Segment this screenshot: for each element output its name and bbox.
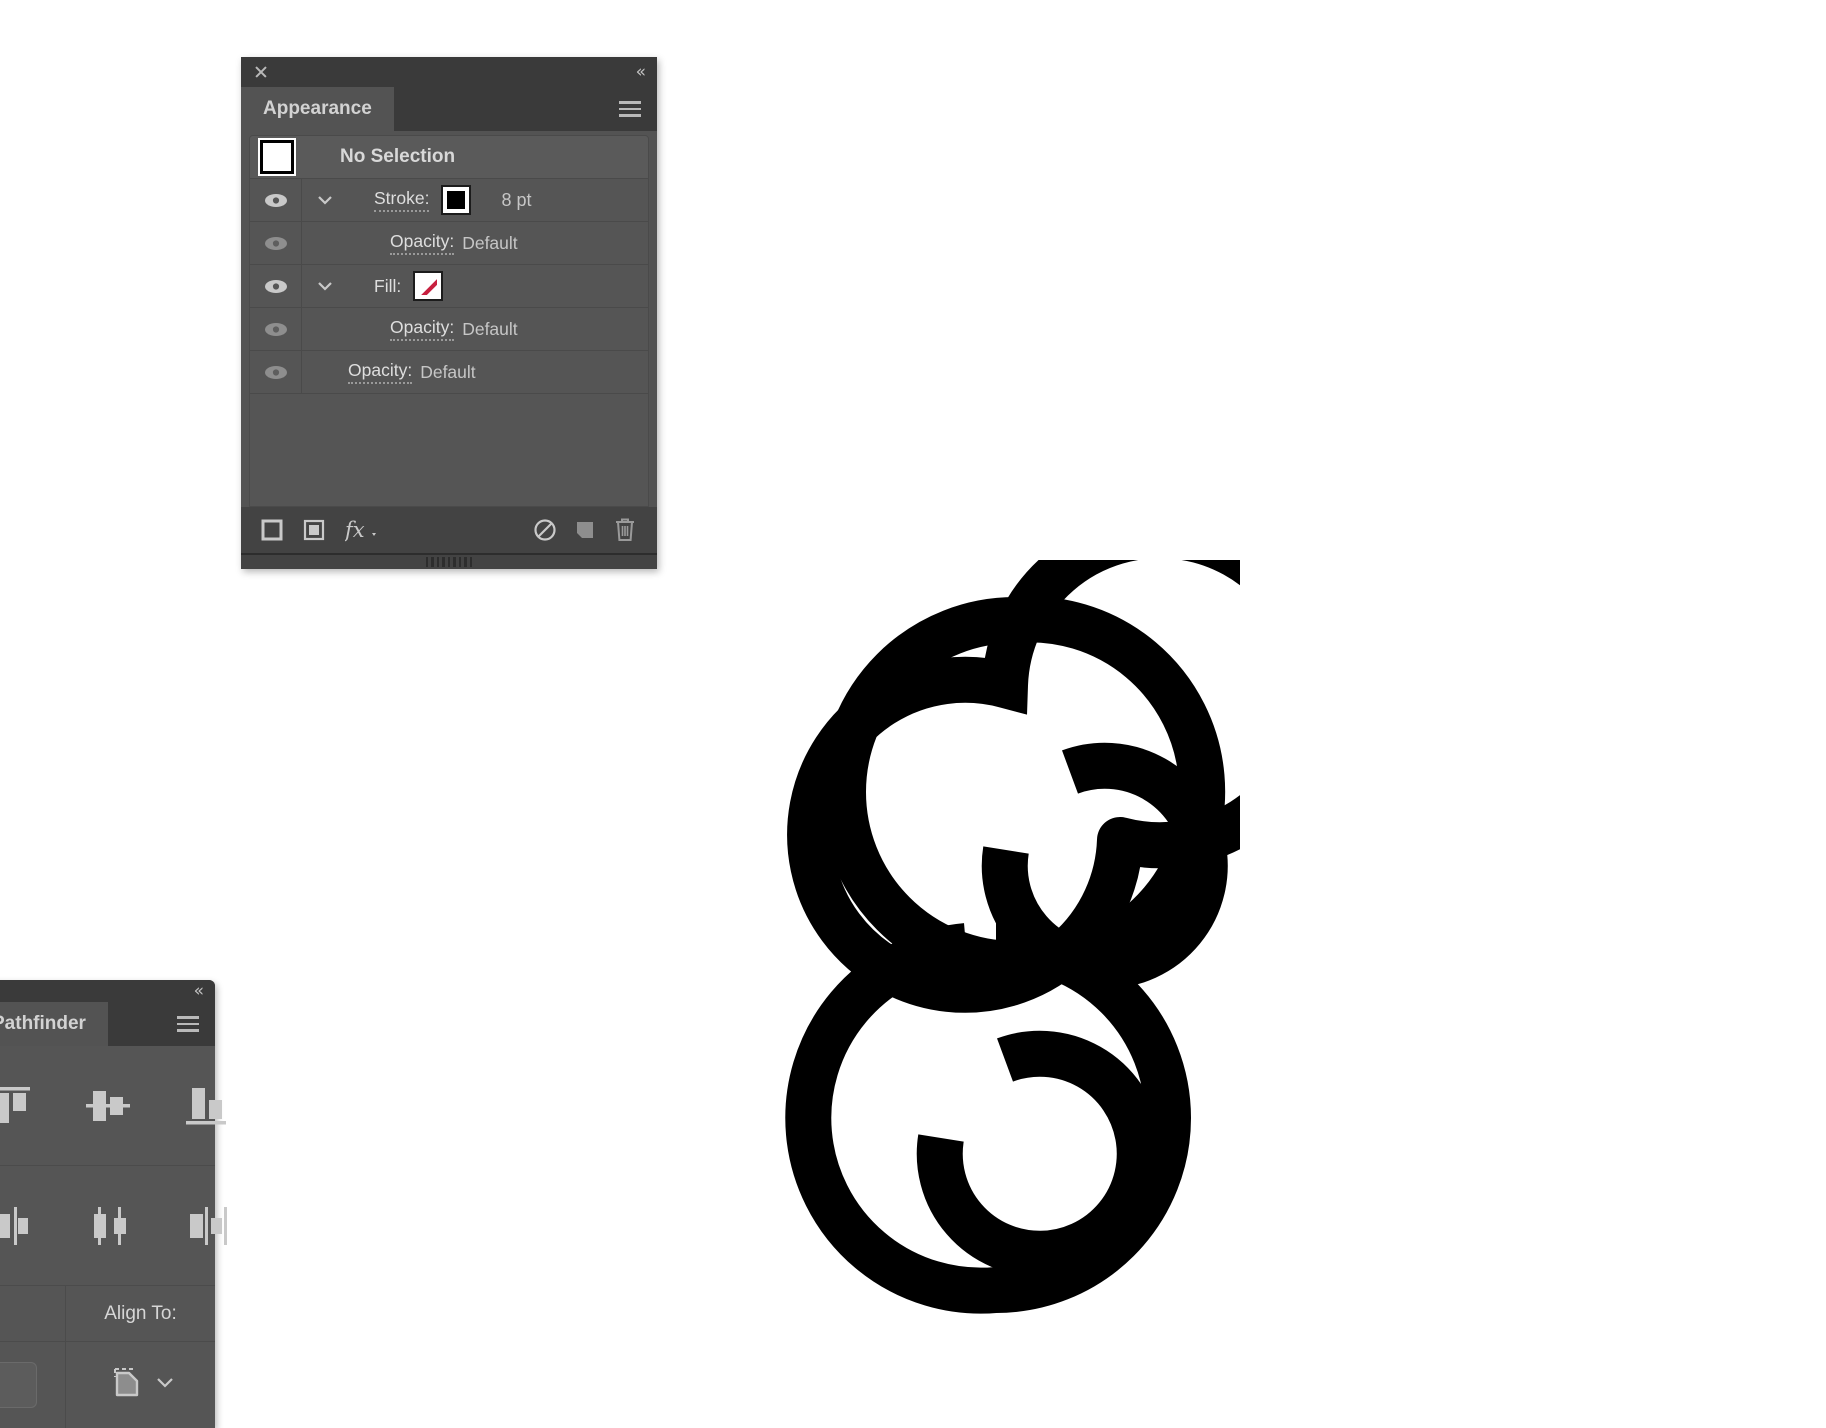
stroke-row-content: Stroke: 8 pt <box>302 179 648 221</box>
fill-opacity-content: Opacity: Default <box>302 308 648 350</box>
appearance-rows-body: No Selection Stroke: 8 pt Opacity: Defau… <box>241 131 657 507</box>
figure-eight-spiral-artwork[interactable] <box>770 560 1240 1350</box>
visibility-eye-icon[interactable] <box>250 222 302 264</box>
svg-text:fx: fx <box>345 518 365 542</box>
eye-glyph <box>264 322 288 337</box>
appearance-row-stroke-opacity[interactable]: Opacity: Default <box>250 222 648 265</box>
fill-color-swatch[interactable] <box>413 271 444 301</box>
chevron-down-icon[interactable] <box>312 281 338 291</box>
align-to-label-cell: Align To: <box>65 1286 215 1341</box>
stroke-color-swatch[interactable] <box>441 185 472 215</box>
tab-appearance[interactable]: Appearance <box>241 87 395 131</box>
tab-appearance-label: Appearance <box>263 98 372 119</box>
delete-item-button[interactable] <box>613 517 637 543</box>
appearance-row-object-opacity[interactable]: Opacity: Default <box>250 351 648 394</box>
fill-opacity-label[interactable]: Opacity: <box>390 317 455 341</box>
add-new-stroke-button[interactable] <box>261 519 283 541</box>
align-to-control-row <box>0 1342 215 1428</box>
visibility-eye-icon[interactable] <box>250 351 302 393</box>
duplicate-item-button[interactable] <box>573 518 597 542</box>
appearance-target-row[interactable]: No Selection <box>250 136 648 179</box>
collapse-chevrons-icon[interactable]: « <box>636 63 646 81</box>
appearance-panel: « Appearance No Selection Stroke: 8 pt O… <box>241 57 657 569</box>
footer-left-group: fx <box>261 517 379 543</box>
add-new-effect-button[interactable]: fx <box>345 517 379 543</box>
appearance-panel-titlebar: « <box>241 57 657 87</box>
fill-opacity-value[interactable]: Default <box>462 319 517 340</box>
fill-swatch-none-icon <box>419 277 438 295</box>
eye-glyph <box>264 279 288 294</box>
appearance-row-fill[interactable]: Fill: <box>250 265 648 308</box>
close-icon[interactable] <box>253 64 269 80</box>
appearance-row-fill-opacity[interactable]: Opacity: Default <box>250 308 648 351</box>
chevron-down-icon[interactable] <box>312 195 338 205</box>
pathfinder-field-cell <box>0 1362 65 1408</box>
panel-menu-icon[interactable] <box>175 1002 201 1046</box>
pathfinder-body: Align To: <box>0 1046 227 1428</box>
appearance-tabstrip: Appearance <box>241 87 657 131</box>
pathfinder-tabstrip: Pathfinder <box>0 1002 215 1046</box>
align-to-label: Align To: <box>104 1302 177 1324</box>
align-to-bar: Align To: <box>0 1286 215 1342</box>
tabstrip-filler <box>395 87 617 131</box>
align-left-icon[interactable] <box>0 1205 34 1247</box>
align-to-artboard-icon <box>107 1363 147 1408</box>
fill-label[interactable]: Fill: <box>374 276 401 297</box>
eye-glyph <box>264 193 288 208</box>
stroke-swatch-fill <box>447 191 466 209</box>
stroke-label[interactable]: Stroke: <box>374 188 430 212</box>
object-opacity-content: Opacity: Default <box>302 351 648 393</box>
align-bottom-icon[interactable] <box>182 1085 230 1127</box>
horizontal-align-group <box>0 1166 227 1286</box>
stroke-opacity-label[interactable]: Opacity: <box>390 231 455 255</box>
footer-right-group <box>533 517 637 543</box>
appearance-row-stroke[interactable]: Stroke: 8 pt <box>250 179 648 222</box>
stroke-opacity-value[interactable]: Default <box>462 233 517 254</box>
tab-pathfinder-label: Pathfinder <box>0 1013 86 1034</box>
fill-row-content: Fill: <box>302 265 648 307</box>
visibility-eye-icon[interactable] <box>250 179 302 221</box>
panel-resize-grip[interactable] <box>241 553 657 569</box>
tabstrip-filler <box>109 1002 175 1046</box>
menu-line <box>177 1016 199 1019</box>
no-selection-thumbnail-icon <box>260 140 294 174</box>
pathfinder-panel-titlebar: « <box>0 980 215 1002</box>
stroke-opacity-content: Opacity: Default <box>302 222 648 264</box>
object-opacity-value[interactable]: Default <box>420 362 475 383</box>
vertical-align-group <box>0 1046 226 1166</box>
panel-menu-icon[interactable] <box>617 87 643 131</box>
align-vertical-center-icon[interactable] <box>84 1085 132 1127</box>
menu-line <box>177 1022 199 1026</box>
eye-glyph <box>264 236 288 251</box>
menu-line <box>177 1029 199 1032</box>
align-top-icon[interactable] <box>0 1085 34 1127</box>
align-horizontal-center-icon[interactable] <box>84 1205 132 1247</box>
object-opacity-label[interactable]: Opacity: <box>348 360 413 384</box>
pathfinder-panel: « Pathfinder Align To: <box>0 980 227 1428</box>
collapse-chevrons-icon[interactable]: « <box>194 982 204 1000</box>
pathfinder-input-field[interactable] <box>0 1362 37 1408</box>
grip-lines <box>425 557 473 567</box>
no-selection-label: No Selection <box>340 146 456 167</box>
visibility-eye-icon[interactable] <box>250 265 302 307</box>
appearance-panel-footer: fx <box>241 507 657 553</box>
stroke-weight-value[interactable]: 8 pt <box>501 190 531 211</box>
chevron-down-icon <box>155 1376 175 1395</box>
canvas-stage: « Appearance No Selection Stroke: 8 pt O… <box>0 0 1826 1428</box>
appearance-rows: No Selection Stroke: 8 pt Opacity: Defau… <box>249 135 649 507</box>
clear-appearance-button[interactable] <box>533 518 557 542</box>
visibility-eye-icon[interactable] <box>250 308 302 350</box>
menu-line <box>619 107 641 111</box>
align-right-icon[interactable] <box>182 1205 230 1247</box>
add-new-fill-button[interactable] <box>303 519 325 541</box>
menu-line <box>619 114 641 117</box>
align-to-dropdown[interactable] <box>65 1342 215 1428</box>
menu-line <box>619 101 641 104</box>
eye-glyph <box>264 365 288 380</box>
tab-pathfinder[interactable]: Pathfinder <box>0 1002 109 1046</box>
